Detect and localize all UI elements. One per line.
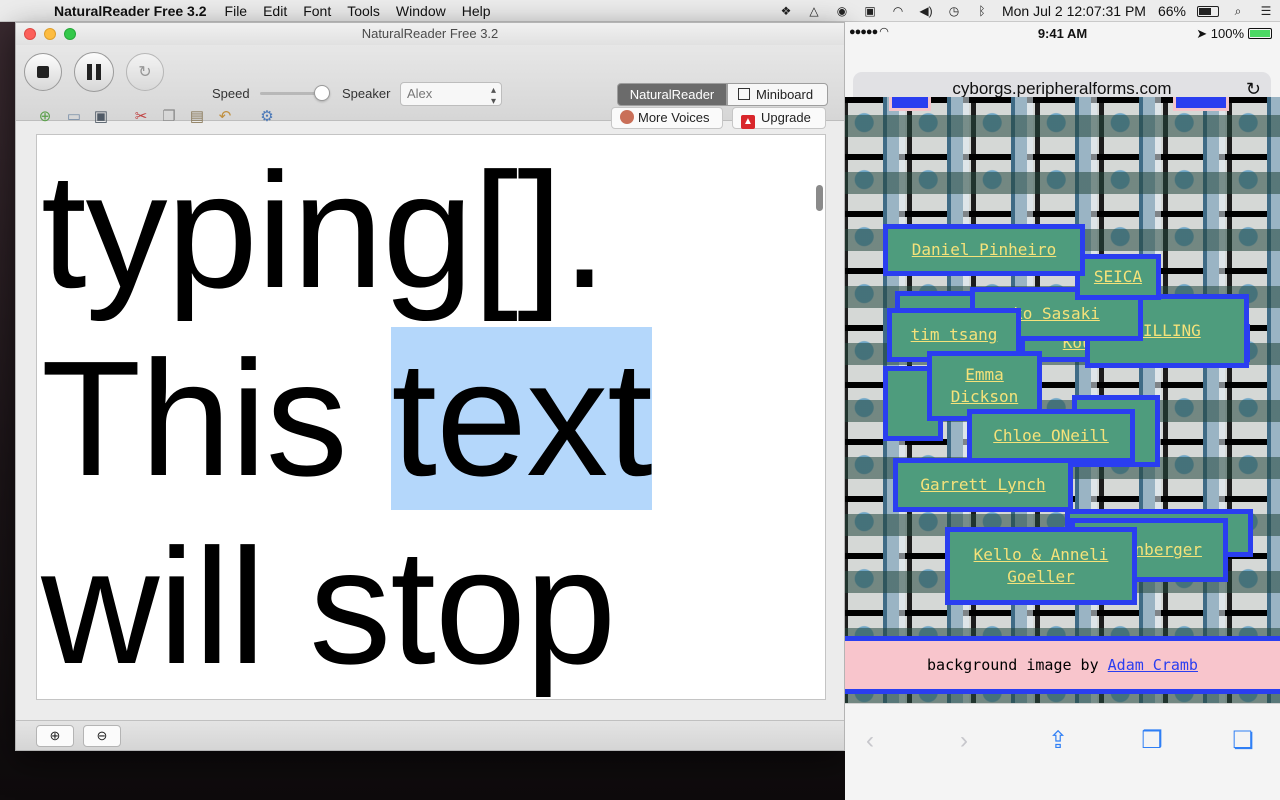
more-voices-button[interactable]: More Voices <box>611 107 723 129</box>
document-scrollbar[interactable] <box>816 185 823 211</box>
speaker-value: Alex <box>407 86 433 101</box>
upgrade-button[interactable]: ▲ Upgrade <box>732 107 826 129</box>
drive-icon[interactable]: △ <box>805 4 823 18</box>
speed-label: Speed <box>212 86 250 101</box>
safari-toolbar: ‹ › ⇪ ❒ ❏ <box>845 703 1280 800</box>
name-link-daniel-pinheiro[interactable]: Daniel Pinheiro <box>883 224 1085 276</box>
document-text[interactable]: typing[]. This text will stop <box>41 137 811 699</box>
bluetooth-icon[interactable]: ᛒ <box>973 4 991 18</box>
pause-button[interactable] <box>74 52 114 92</box>
window-title: NaturalReader Free 3.2 <box>361 26 499 41</box>
settings-gear-icon[interactable]: ⚙ <box>258 108 276 126</box>
menu-bar: NaturalReader Free 3.2 File Edit Font To… <box>0 0 1280 22</box>
file-toolbar: ⊕ ▭ ▣ ✂ ❐ ▤ ↶ ⚙ More Voices ▲ Upgrade <box>16 103 844 133</box>
text-line-2-start: This <box>41 327 392 510</box>
document-text-area[interactable]: typing[]. This text will stop <box>36 134 826 700</box>
name-link-garrett-lynch[interactable]: Garrett Lynch <box>893 458 1073 512</box>
bookmarks-icon[interactable]: ❒ <box>1137 726 1167 756</box>
volume-icon[interactable]: ◀) <box>917 4 935 18</box>
reader-bottom-bar: ⊕ ⊖ <box>16 720 844 750</box>
name-nberger: nberger <box>1134 540 1202 559</box>
url-text: cyborgs.peripheralforms.com <box>952 79 1172 98</box>
ios-battery-icon <box>1248 28 1272 39</box>
name-link-chloe-oneill[interactable]: Chloe ONeill <box>967 409 1135 463</box>
tabs-icon[interactable]: ❏ <box>1228 726 1258 756</box>
text-line-2: This text <box>41 325 811 513</box>
highlighted-word: text <box>391 327 653 510</box>
background-credit: background image by Adam Cramb <box>845 636 1280 694</box>
zoom-in-button[interactable]: ⊕ <box>36 725 74 747</box>
forward-button[interactable]: ↻ <box>126 53 164 91</box>
menu-app-name[interactable]: NaturalReader Free 3.2 <box>34 3 217 19</box>
name-link-kello-anneli-goeller[interactable]: Kello & Anneli Goeller <box>945 527 1137 605</box>
menu-window[interactable]: Window <box>388 3 454 19</box>
naturalreader-window: NaturalReader Free 3.2 ↻ Speed Speaker A… <box>15 22 845 751</box>
name-link-seica[interactable]: SEICA <box>1075 254 1161 300</box>
ios-battery-percent: 100% <box>1210 26 1244 41</box>
stop-icon <box>37 66 49 78</box>
miniboard-label: Miniboard <box>756 87 814 102</box>
stop-button[interactable] <box>24 53 62 91</box>
forward-icon: ↻ <box>138 64 152 81</box>
spotlight-search-icon[interactable]: ⌕ <box>1229 4 1247 18</box>
zoom-in-icon: ⊕ <box>49 728 61 743</box>
new-document-icon[interactable]: ⊕ <box>36 108 54 126</box>
time-machine-icon[interactable]: ◷ <box>945 4 963 18</box>
save-icon[interactable]: ▣ <box>92 108 110 126</box>
menu-tools[interactable]: Tools <box>339 3 388 19</box>
share-icon[interactable]: ⇪ <box>1043 726 1073 756</box>
zoom-window-button[interactable] <box>64 28 76 40</box>
zoom-out-icon: ⊖ <box>96 728 108 743</box>
open-folder-icon[interactable]: ▭ <box>65 108 83 126</box>
text-line-3: will stop <box>41 515 616 698</box>
upgrade-label: Upgrade <box>761 110 811 125</box>
menu-extras: ❖ △ ◉ ▣ ◠ ◀) ◷ ᛒ Mon Jul 2 12:07:31 PM 6… <box>772 0 1280 22</box>
forward-arrow-icon[interactable]: › <box>949 726 979 756</box>
zoom-out-button[interactable]: ⊖ <box>83 725 121 747</box>
credit-prefix: background image by <box>927 656 1108 674</box>
menu-help[interactable]: Help <box>454 3 499 19</box>
close-window-button[interactable] <box>24 28 36 40</box>
minimize-window-button[interactable] <box>44 28 56 40</box>
miniboard-icon <box>738 88 750 100</box>
undo-icon[interactable]: ↶ <box>216 108 234 126</box>
more-voices-label: More Voices <box>638 110 710 125</box>
decorative-chip <box>889 97 931 111</box>
pause-icon <box>87 64 101 80</box>
record-icon[interactable]: ◉ <box>833 4 851 18</box>
decorative-chip <box>1173 97 1229 111</box>
ios-status-bar: ●●●●● ◠ 9:41 AM ➤ 100% <box>845 22 1280 44</box>
credit-link-adam-cramb[interactable]: Adam Cramb <box>1108 656 1198 674</box>
menu-clock[interactable]: Mon Jul 2 12:07:31 PM <box>996 3 1152 19</box>
battery-percent[interactable]: 66% <box>1152 3 1192 19</box>
voice-avatar-icon <box>620 110 634 124</box>
upgrade-arrow-icon: ▲ <box>741 115 755 129</box>
battery-icon[interactable] <box>1197 5 1219 17</box>
notification-center-icon[interactable]: ☰ <box>1257 4 1275 18</box>
back-arrow-icon[interactable]: ‹ <box>855 726 885 756</box>
paste-icon[interactable]: ▤ <box>188 108 206 126</box>
gamepad-icon[interactable]: ▣ <box>861 4 879 18</box>
menu-font[interactable]: Font <box>295 3 339 19</box>
text-line-1: typing[]. <box>41 139 607 322</box>
menu-file[interactable]: File <box>217 3 256 19</box>
speed-slider-knob[interactable] <box>314 85 330 101</box>
menu-edit[interactable]: Edit <box>255 3 295 19</box>
dropbox-icon[interactable]: ❖ <box>777 4 795 18</box>
window-titlebar[interactable]: NaturalReader Free 3.2 <box>16 23 844 45</box>
ios-simulator: ●●●●● ◠ 9:41 AM ➤ 100% cyborgs.periphera… <box>845 22 1280 800</box>
speaker-label: Speaker <box>342 86 391 101</box>
cut-icon[interactable]: ✂ <box>132 108 150 126</box>
wifi-icon[interactable]: ◠ <box>889 4 907 18</box>
ios-battery: ➤ 100% <box>1196 26 1272 42</box>
copy-icon[interactable]: ❐ <box>160 108 178 126</box>
webpage-content: Kout Esben Holk KILLING ko Sasaki SEICA … <box>845 97 1280 703</box>
